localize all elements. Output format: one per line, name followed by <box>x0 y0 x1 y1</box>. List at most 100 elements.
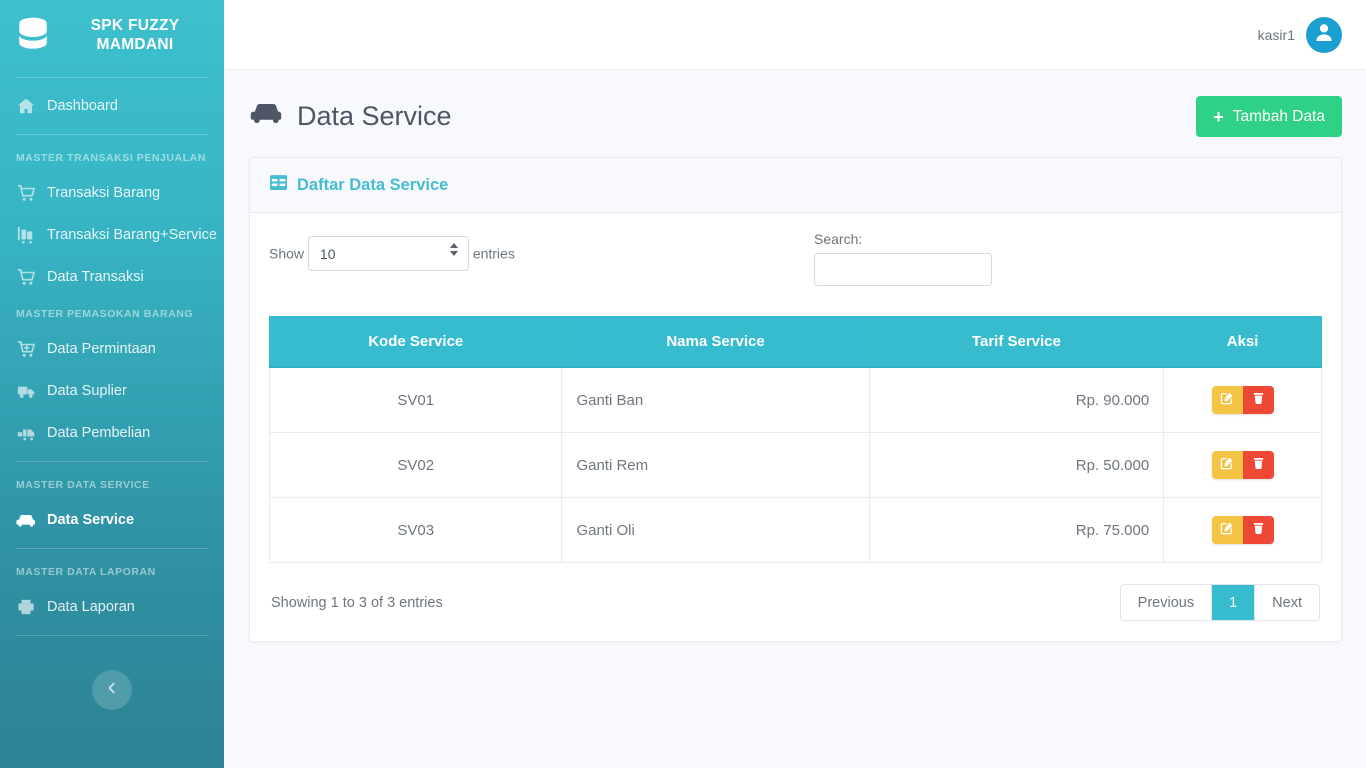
car-icon <box>250 101 283 132</box>
sidebar-item-label: Data Suplier <box>47 383 127 399</box>
edit-button[interactable] <box>1211 386 1243 414</box>
cell-nama-service: Ganti Rem <box>561 432 870 498</box>
cart-icon <box>16 183 36 203</box>
sidebar-item-label: Dashboard <box>47 98 118 114</box>
table-header-row: Kode Service Nama Service Tarif Service … <box>268 316 1322 368</box>
trash-icon <box>1252 522 1265 539</box>
cell-aksi <box>1163 432 1322 498</box>
sidebar-section-transaksi-penjualan: MASTER TRANSAKSI PENJUALAN <box>16 152 206 164</box>
length-control: Show 10 25 50 100 entries <box>269 231 515 275</box>
username-label: kasir1 <box>1257 26 1295 43</box>
sidebar-divider-2 <box>16 461 208 462</box>
entries-per-page-select[interactable]: 10 25 50 100 <box>307 236 469 271</box>
sidebar-item-data-laporan[interactable]: Data Laporan <box>0 586 224 628</box>
sidebar-item-label: Transaksi Barang <box>47 185 161 201</box>
brand[interactable]: SPK FUZZY MAMDANI <box>0 0 224 70</box>
cart-icon <box>16 267 36 287</box>
sidebar-item-data-suplier[interactable]: Data Suplier <box>0 370 224 412</box>
length-select-wrap: 10 25 50 100 <box>307 231 469 275</box>
cell-kode-service: SV03 <box>268 497 563 563</box>
edit-icon <box>1220 391 1234 409</box>
edit-icon <box>1220 456 1234 474</box>
cell-aksi <box>1163 366 1322 433</box>
sidebar-divider-top <box>16 77 208 78</box>
length-label-after: entries <box>472 245 515 262</box>
cart-plus-icon <box>16 339 36 359</box>
trash-icon <box>1252 392 1265 409</box>
page-header: Data Service + Tambah Data <box>224 70 1366 157</box>
action-button-group <box>1211 386 1274 414</box>
sidebar-section-data-service: MASTER DATA SERVICE <box>16 479 150 491</box>
search-label: Search: <box>814 231 863 247</box>
sidebar-item-data-permintaan[interactable]: Data Permintaan <box>0 328 224 370</box>
topbar: kasir1 <box>224 0 1366 70</box>
cell-tarif-service: Rp. 50.000 <box>868 432 1165 498</box>
sidebar-item-label: Data Service <box>47 512 135 528</box>
sidebar-item-data-service[interactable]: Data Service <box>0 499 224 541</box>
edit-button[interactable] <box>1211 451 1243 479</box>
delete-button[interactable] <box>1242 386 1274 414</box>
data-service-table: Kode Service Nama Service Tarif Service … <box>268 316 1322 563</box>
truck-loading-icon <box>16 423 36 443</box>
search-input[interactable] <box>814 253 992 286</box>
home-icon <box>16 96 36 116</box>
table-info: Showing 1 to 3 of 3 entries <box>271 594 443 611</box>
main-content: Data Service + Tambah Data Daftar Data S… <box>224 70 1366 768</box>
pagination-next[interactable]: Next <box>1255 585 1319 620</box>
cell-tarif-service: Rp. 90.000 <box>868 366 1165 433</box>
sidebar-item-data-pembelian[interactable]: Data Pembelian <box>0 412 224 454</box>
sidebar-collapse-wrap <box>0 670 224 710</box>
delete-button[interactable] <box>1242 516 1274 544</box>
sidebar-item-label: Transaksi Barang+Service <box>47 227 217 243</box>
cell-nama-service: Ganti Ban <box>561 366 870 433</box>
sidebar-item-label: Data Pembelian <box>47 425 151 441</box>
column-header-kode-service[interactable]: Kode Service <box>268 316 563 368</box>
edit-icon <box>1220 521 1234 539</box>
datatable-footer: Showing 1 to 3 of 3 entries Previous 1 N… <box>269 584 1322 621</box>
sidebar-item-transaksi-barang[interactable]: Transaksi Barang <box>0 172 224 214</box>
length-label-before: Show <box>269 245 305 262</box>
avatar[interactable] <box>1306 16 1342 53</box>
add-data-button[interactable]: + Tambah Data <box>1196 96 1342 137</box>
pagination-previous[interactable]: Previous <box>1120 585 1213 620</box>
page-title: Data Service <box>250 101 452 132</box>
table-row: SV03 Ganti Oli Rp. 75.000 <box>268 497 1322 563</box>
database-icon <box>16 17 50 53</box>
column-header-nama-service[interactable]: Nama Service <box>561 316 870 368</box>
sidebar-item-dashboard[interactable]: Dashboard <box>0 85 224 127</box>
chevron-left-icon <box>105 681 119 700</box>
sidebar-collapse-button[interactable] <box>92 670 132 710</box>
car-icon <box>16 510 36 530</box>
card-body: Show 10 25 50 100 entries <box>250 213 1341 641</box>
column-header-aksi[interactable]: Aksi <box>1163 316 1322 368</box>
delete-button[interactable] <box>1242 451 1274 479</box>
cell-nama-service: Ganti Oli <box>561 497 870 563</box>
brand-title-line2: MAMDANI <box>96 36 174 53</box>
pagination-page-1[interactable]: 1 <box>1212 585 1256 620</box>
add-data-button-label: Tambah Data <box>1232 107 1325 125</box>
cell-kode-service: SV02 <box>268 432 563 498</box>
print-icon <box>16 597 36 617</box>
sidebar: SPK FUZZY MAMDANI Dashboard MASTER TRANS… <box>0 0 224 768</box>
sidebar-item-label: Data Permintaan <box>47 341 156 357</box>
brand-title: SPK FUZZY MAMDANI <box>62 16 208 55</box>
plus-icon: + <box>1213 106 1224 127</box>
user-icon <box>1312 20 1336 49</box>
table-head: Kode Service Nama Service Tarif Service … <box>268 316 1322 368</box>
pagination: Previous 1 Next <box>1119 584 1320 621</box>
card-header-title: Daftar Data Service <box>297 175 449 194</box>
luggage-cart-icon <box>16 225 36 245</box>
sidebar-item-data-transaksi[interactable]: Data Transaksi <box>0 256 224 298</box>
sidebar-item-label: Data Laporan <box>47 599 135 615</box>
brand-title-line1: SPK FUZZY <box>90 16 180 34</box>
table-body: SV01 Ganti Ban Rp. 90.000 SV02 Ganti Rem… <box>268 366 1322 563</box>
edit-button[interactable] <box>1211 516 1243 544</box>
cell-tarif-service: Rp. 75.000 <box>868 497 1165 563</box>
sidebar-item-transaksi-barang-service[interactable]: Transaksi Barang+Service <box>0 214 224 256</box>
cell-aksi <box>1163 497 1322 563</box>
table-row: SV01 Ganti Ban Rp. 90.000 <box>268 366 1322 433</box>
column-header-tarif-service[interactable]: Tarif Service <box>868 316 1165 368</box>
page-title-text: Data Service <box>297 101 452 131</box>
cell-kode-service: SV01 <box>268 366 563 433</box>
datatable-controls: Show 10 25 50 100 entries <box>269 231 1322 313</box>
